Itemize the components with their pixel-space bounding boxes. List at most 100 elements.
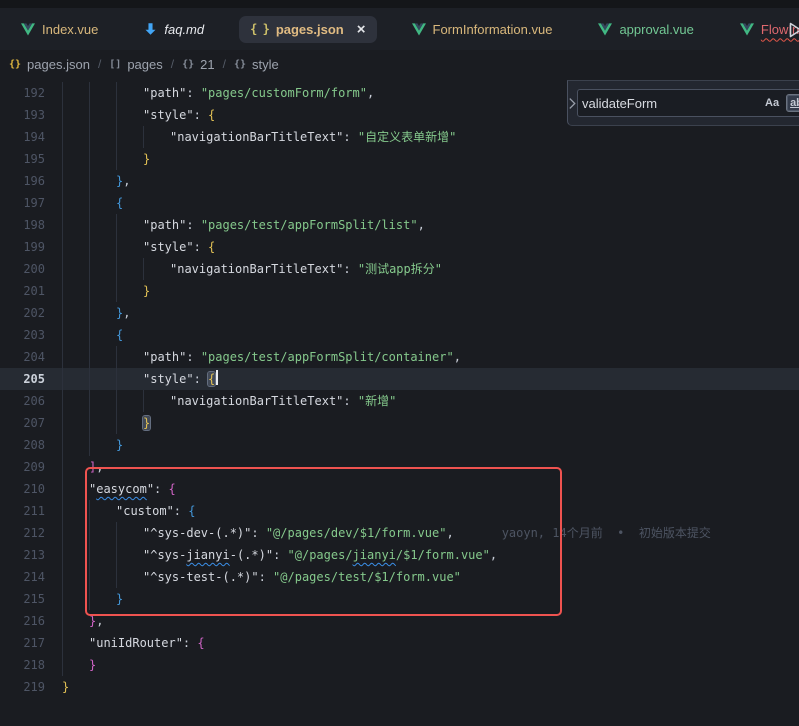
code-line[interactable]: 196},	[0, 170, 799, 192]
code-line[interactable]: 219}	[0, 676, 799, 698]
code-token: "uniIdRouter"	[89, 636, 183, 650]
code-line[interactable]: 203{	[0, 324, 799, 346]
code-token: :	[174, 504, 188, 518]
breadcrumb-item-21[interactable]: {} 21	[182, 57, 215, 72]
run-icon[interactable]	[786, 21, 799, 39]
code-token: ,	[367, 86, 374, 100]
code-line[interactable]: 199"style": {	[0, 236, 799, 258]
code-line[interactable]: 212"^sys-dev-(.*)": "@/pages/dev/$1/form…	[0, 522, 799, 544]
tab-faq-md[interactable]: faq.md	[133, 16, 215, 43]
code-token: }	[143, 416, 150, 430]
code-line[interactable]: 204"path": "pages/test/appFormSplit/cont…	[0, 346, 799, 368]
code-line[interactable]: 211"custom": {	[0, 500, 799, 522]
code-token: :	[259, 570, 273, 584]
code-token: "	[147, 482, 154, 496]
line-number: 198	[0, 214, 62, 236]
indent-guides	[62, 610, 89, 632]
code-text: }	[62, 280, 150, 302]
code-token: "@/pages/test/$1/form.vue"	[273, 570, 461, 584]
code-token: "path"	[143, 350, 186, 364]
tab-pages-json[interactable]: { } pages.json ×	[239, 16, 376, 43]
line-number: 197	[0, 192, 62, 214]
git-blame-annotation: yaoyn, 14个月前 • 初始版本提交	[502, 526, 711, 540]
code-area[interactable]: 192"path": "pages/customForm/form",193"s…	[0, 78, 799, 726]
code-line[interactable]: 201}	[0, 280, 799, 302]
code-line[interactable]: 217"uniIdRouter": {	[0, 632, 799, 654]
indent-guides	[62, 258, 170, 280]
line-number: 195	[0, 148, 62, 170]
object-icon: {}	[234, 59, 246, 70]
code-line[interactable]: 205"style": {	[0, 368, 799, 390]
code-line[interactable]: 218}	[0, 654, 799, 676]
line-number: 200	[0, 258, 62, 280]
line-number: 212	[0, 522, 62, 544]
code-token: "navigationBarTitleText"	[170, 394, 343, 408]
code-token: "测试app拆分"	[358, 262, 442, 276]
indent-guides	[62, 544, 143, 566]
breadcrumb-item-file[interactable]: {} pages.json	[9, 57, 90, 72]
code-token: :	[154, 482, 168, 496]
indent-guides	[62, 566, 143, 588]
code-line[interactable]: 198"path": "pages/test/appFormSplit/list…	[0, 214, 799, 236]
code-token: :	[194, 108, 208, 122]
breadcrumb-separator: /	[171, 57, 174, 71]
whole-word-button[interactable]: ab	[786, 94, 799, 112]
code-line[interactable]: 200"navigationBarTitleText": "测试app拆分"	[0, 258, 799, 280]
find-input-box: Aa ab .*	[577, 89, 799, 117]
code-token: jianyi	[353, 548, 396, 562]
code-text: }	[62, 434, 123, 456]
code-token: :	[186, 218, 200, 232]
code-token: {	[169, 482, 176, 496]
match-case-button[interactable]: Aa	[761, 94, 783, 112]
code-token: }	[116, 592, 123, 606]
code-line[interactable]: 206"navigationBarTitleText": "新增"	[0, 390, 799, 412]
find-input[interactable]	[582, 96, 758, 111]
indent-guides	[62, 632, 89, 654]
code-token: "自定义表单新增"	[358, 130, 456, 144]
tab-forminformation-vue[interactable]: FormInformation.vue	[401, 16, 564, 43]
code-token: :	[186, 350, 200, 364]
code-line[interactable]: 215}	[0, 588, 799, 610]
code-text: },	[62, 170, 130, 192]
code-line[interactable]: 216},	[0, 610, 799, 632]
code-token: :	[251, 526, 265, 540]
code-line[interactable]: 214"^sys-test-(.*)": "@/pages/test/$1/fo…	[0, 566, 799, 588]
code-line[interactable]: 207}	[0, 412, 799, 434]
code-text: ],	[62, 456, 103, 478]
code-token: }	[62, 680, 69, 694]
code-line[interactable]: 210"easycom": {	[0, 478, 799, 500]
breadcrumb-label: 21	[200, 57, 214, 72]
code-token: {	[116, 196, 123, 210]
breadcrumb-item-style[interactable]: {} style	[234, 57, 279, 72]
code-line[interactable]: 197 {	[0, 192, 799, 214]
line-number: 202	[0, 302, 62, 324]
line-number: 217	[0, 632, 62, 654]
code-text: }	[62, 654, 96, 676]
code-text: "path": "pages/customForm/form",	[62, 82, 374, 104]
tab-index-vue[interactable]: Index.vue	[10, 16, 109, 43]
line-number: 211	[0, 500, 62, 522]
code-text: },	[62, 302, 130, 324]
code-token: ,	[123, 306, 130, 320]
indent-guides	[62, 324, 116, 346]
code-line[interactable]: 202},	[0, 302, 799, 324]
indent-guides	[62, 192, 116, 214]
tab-approval-vue[interactable]: approval.vue	[587, 16, 704, 43]
close-tab-icon[interactable]: ×	[357, 22, 366, 37]
code-text: "^sys-dev-(.*)": "@/pages/dev/$1/form.vu…	[62, 522, 711, 544]
line-number: 192	[0, 82, 62, 104]
object-icon: {}	[9, 59, 21, 70]
code-token: {	[208, 372, 215, 386]
toggle-replace-chevron-icon[interactable]	[568, 81, 577, 125]
code-token: {	[188, 504, 195, 518]
code-line[interactable]: 208}	[0, 434, 799, 456]
code-line[interactable]: 194"navigationBarTitleText": "自定义表单新增"	[0, 126, 799, 148]
code-token: ,	[446, 526, 453, 540]
breadcrumb-label: pages.json	[27, 57, 90, 72]
breadcrumb-item-pages[interactable]: [] pages	[109, 57, 162, 72]
code-token: ,	[96, 614, 103, 628]
code-line[interactable]: 195}	[0, 148, 799, 170]
code-text: }	[62, 676, 69, 698]
code-line[interactable]: 209],	[0, 456, 799, 478]
code-line[interactable]: 213"^sys-jianyi-(.*)": "@/pages/jianyi/$…	[0, 544, 799, 566]
